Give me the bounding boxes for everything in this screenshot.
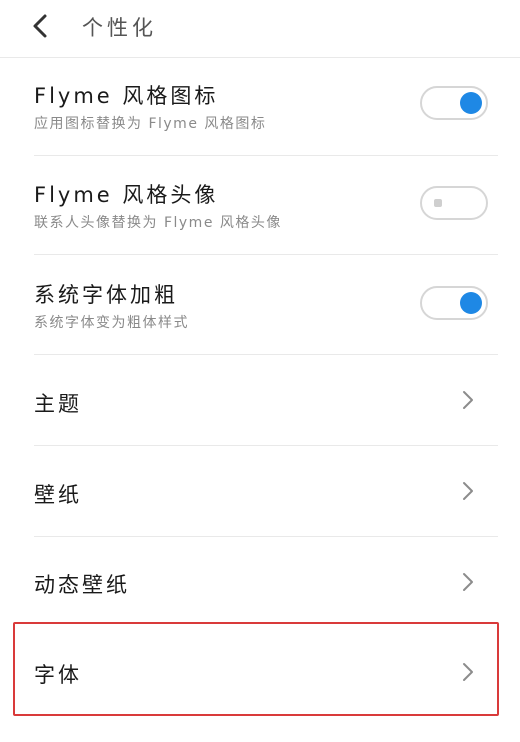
setting-title: Flyme 风格头像 [34,183,219,207]
highlight-box [13,622,499,716]
setting-row-bold-font[interactable]: 系统字体加粗 系统字体变为粗体样式 [0,255,520,354]
setting-row-flyme-avatars[interactable]: Flyme 风格头像 联系人头像替换为 Flyme 风格头像 [0,156,520,255]
setting-title: Flyme 风格图标 [34,84,219,108]
setting-subtitle: 联系人头像替换为 Flyme 风格头像 [34,215,282,231]
bold-font-switch[interactable] [420,286,488,320]
page-title: 个性化 [82,16,157,40]
switch-knob [460,292,482,314]
setting-subtitle: 系统字体变为粗体样式 [34,315,189,331]
setting-title: 系统字体加粗 [34,283,178,307]
flyme-avatars-switch[interactable] [420,186,488,220]
app-header: 个性化 [0,0,520,56]
menu-item-label: 主题 [34,392,82,416]
menu-item-label: 壁纸 [34,483,82,507]
back-button[interactable] [26,10,58,42]
menu-item-wallpaper[interactable]: 壁纸 [0,446,520,536]
chevron-right-icon [460,388,476,412]
back-arrow-icon [33,14,47,38]
menu-item-live-wallpaper[interactable]: 动态壁纸 [0,537,520,623]
switch-knob [460,92,482,114]
menu-item-theme[interactable]: 主题 [0,355,520,445]
setting-subtitle: 应用图标替换为 Flyme 风格图标 [34,116,267,132]
setting-row-flyme-icons[interactable]: Flyme 风格图标 应用图标替换为 Flyme 风格图标 [0,58,520,156]
chevron-right-icon [460,479,476,503]
flyme-icons-switch[interactable] [420,86,488,120]
menu-item-label: 动态壁纸 [34,573,130,597]
chevron-right-icon [460,570,476,594]
switch-knob [434,199,442,207]
